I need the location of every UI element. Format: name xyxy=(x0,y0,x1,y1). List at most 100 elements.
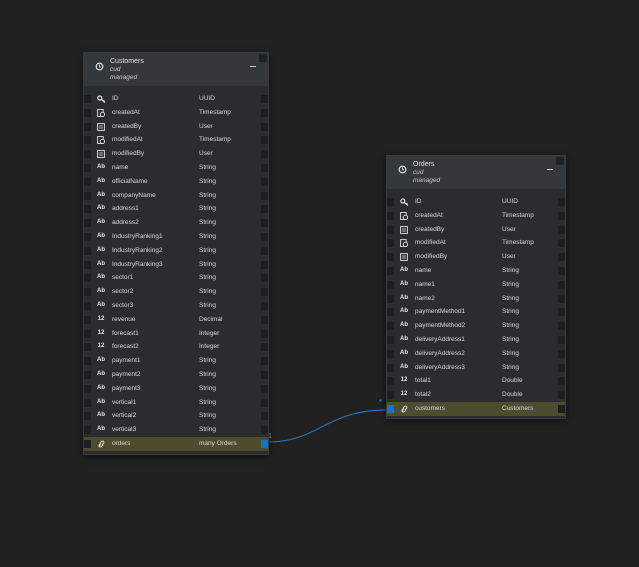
right-port-handle[interactable] xyxy=(261,205,268,214)
resize-handle[interactable] xyxy=(556,157,564,165)
right-port-handle[interactable] xyxy=(558,322,565,331)
right-port-handle[interactable] xyxy=(558,266,565,275)
field-row-ID[interactable]: ID UUID xyxy=(387,195,565,209)
entity-orders[interactable]: Orders cud managed ID UUID createdAt Timest… xyxy=(386,155,566,419)
right-port-handle[interactable] xyxy=(261,315,268,324)
field-row-vertical2[interactable]: Ab vertical2 String xyxy=(84,409,268,423)
left-port-handle[interactable] xyxy=(84,343,91,352)
field-row-name[interactable]: Ab name String xyxy=(387,264,565,278)
field-row-deliveryAddress2[interactable]: Ab deliveryAddress2 String xyxy=(387,347,565,361)
field-row-total1[interactable]: 12 total1 Double xyxy=(387,374,565,388)
right-port-handle[interactable] xyxy=(261,246,268,255)
right-port-handle[interactable] xyxy=(261,384,268,393)
field-row-officialName[interactable]: Ab officialName String xyxy=(84,175,268,189)
left-port-handle[interactable] xyxy=(387,211,394,220)
left-port-handle[interactable] xyxy=(387,225,394,234)
field-row-modifiedBy[interactable]: modifiedBy User xyxy=(84,147,268,161)
field-row-paymentMethod1[interactable]: Ab paymentMethod1 String xyxy=(387,305,565,319)
field-row-paymentMethod2[interactable]: Ab paymentMethod2 String xyxy=(387,319,565,333)
right-port-handle[interactable] xyxy=(558,349,565,358)
left-port-handle[interactable] xyxy=(84,95,91,103)
left-port-handle[interactable] xyxy=(387,322,394,331)
left-port-handle[interactable] xyxy=(84,329,91,338)
field-row-forecast1[interactable]: 12 forecast1 Integer xyxy=(84,327,268,341)
left-port-handle[interactable] xyxy=(387,404,394,413)
left-port-handle[interactable] xyxy=(84,370,91,379)
right-port-handle[interactable] xyxy=(558,335,565,344)
field-row-IndustryRanking1[interactable]: Ab IndustryRanking1 String xyxy=(84,230,268,244)
field-row-vertical3[interactable]: Ab vertical3 String xyxy=(84,423,268,437)
left-port-handle[interactable] xyxy=(84,288,91,297)
left-port-handle[interactable] xyxy=(84,384,91,393)
field-row-orders[interactable]: orders many Orders xyxy=(84,436,268,451)
right-port-handle[interactable] xyxy=(558,239,565,248)
field-row-deliveryAddress3[interactable]: Ab deliveryAddress3 String xyxy=(387,361,565,375)
right-port-handle[interactable] xyxy=(261,329,268,338)
right-port-handle[interactable] xyxy=(261,274,268,283)
left-port-handle[interactable] xyxy=(84,205,91,214)
right-port-handle[interactable] xyxy=(558,377,565,386)
left-port-handle[interactable] xyxy=(387,198,394,206)
field-row-revenue[interactable]: 12 revenue Decimal xyxy=(84,313,268,327)
right-port-handle[interactable] xyxy=(261,301,268,310)
right-port-handle[interactable] xyxy=(558,211,565,220)
right-port-handle[interactable] xyxy=(558,391,565,400)
entity-customers[interactable]: Customers cud managed ID UUID createdAt Tim… xyxy=(83,52,269,455)
left-port-handle[interactable] xyxy=(387,308,394,317)
left-port-handle[interactable] xyxy=(84,315,91,324)
right-port-handle[interactable] xyxy=(261,191,268,200)
right-port-handle[interactable] xyxy=(558,225,565,234)
field-row-customers[interactable]: customers Customers xyxy=(387,401,565,416)
entity-header[interactable]: Customers cud managed xyxy=(84,53,268,87)
left-port-handle[interactable] xyxy=(84,150,91,159)
field-row-createdBy[interactable]: createdBy User xyxy=(387,223,565,237)
right-port-handle[interactable] xyxy=(261,398,268,407)
right-port-handle[interactable] xyxy=(261,260,268,269)
right-port-handle[interactable] xyxy=(261,108,268,117)
right-port-handle[interactable] xyxy=(261,439,268,448)
field-row-sector3[interactable]: Ab sector3 String xyxy=(84,299,268,313)
right-port-handle[interactable] xyxy=(261,95,268,103)
field-row-payment2[interactable]: Ab payment2 String xyxy=(84,368,268,382)
field-row-forecast2[interactable]: 12 forecast2 Integer xyxy=(84,340,268,354)
resize-handle[interactable] xyxy=(259,54,267,62)
right-port-handle[interactable] xyxy=(261,136,268,145)
field-row-name1[interactable]: Ab name1 String xyxy=(387,278,565,292)
field-row-modifiedAt[interactable]: modifiedAt Timestamp xyxy=(84,133,268,147)
right-port-handle[interactable] xyxy=(261,288,268,297)
left-port-handle[interactable] xyxy=(84,232,91,241)
left-port-handle[interactable] xyxy=(84,136,91,145)
right-port-handle[interactable] xyxy=(261,343,268,352)
field-row-address1[interactable]: Ab address1 String xyxy=(84,202,268,216)
left-port-handle[interactable] xyxy=(84,412,91,421)
right-port-handle[interactable] xyxy=(558,198,565,206)
right-port-handle[interactable] xyxy=(558,363,565,372)
field-row-payment3[interactable]: Ab payment3 String xyxy=(84,382,268,396)
field-row-sector1[interactable]: Ab sector1 String xyxy=(84,271,268,285)
field-row-modifiedBy[interactable]: modifiedBy User xyxy=(387,250,565,264)
field-row-createdBy[interactable]: createdBy User xyxy=(84,120,268,134)
right-port-handle[interactable] xyxy=(261,219,268,228)
left-port-handle[interactable] xyxy=(387,363,394,372)
left-port-handle[interactable] xyxy=(84,426,91,435)
left-port-handle[interactable] xyxy=(84,301,91,310)
field-row-total2[interactable]: 12 total2 Double xyxy=(387,388,565,402)
field-row-IndustryRanking2[interactable]: Ab IndustryRanking2 String xyxy=(84,244,268,258)
field-row-payment1[interactable]: Ab payment1 String xyxy=(84,354,268,368)
right-port-handle[interactable] xyxy=(558,253,565,262)
collapse-icon[interactable] xyxy=(250,66,256,67)
right-port-handle[interactable] xyxy=(558,280,565,289)
left-port-handle[interactable] xyxy=(84,398,91,407)
left-port-handle[interactable] xyxy=(387,335,394,344)
right-port-handle[interactable] xyxy=(558,404,565,413)
field-row-name[interactable]: Ab name String xyxy=(84,161,268,175)
right-port-handle[interactable] xyxy=(261,150,268,159)
left-port-handle[interactable] xyxy=(84,122,91,131)
right-port-handle[interactable] xyxy=(558,308,565,317)
left-port-handle[interactable] xyxy=(387,294,394,303)
left-port-handle[interactable] xyxy=(387,280,394,289)
left-port-handle[interactable] xyxy=(84,260,91,269)
right-port-handle[interactable] xyxy=(261,357,268,366)
left-port-handle[interactable] xyxy=(387,349,394,358)
field-row-name2[interactable]: Ab name2 String xyxy=(387,292,565,306)
